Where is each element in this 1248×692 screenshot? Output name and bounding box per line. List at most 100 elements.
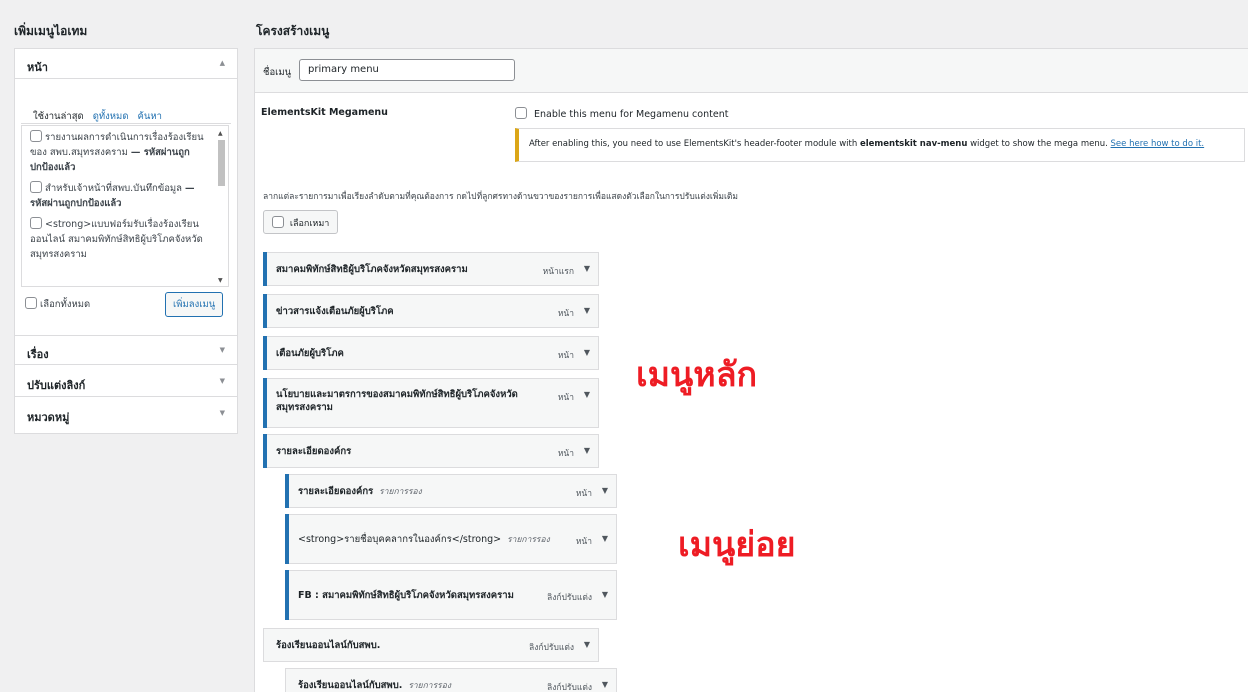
menu-item-depth-bar	[263, 294, 267, 328]
bulk-select-checkbox[interactable]	[272, 216, 284, 228]
menu-item[interactable]: รายละเอียดองค์กร หน้า ▼	[263, 434, 599, 468]
add-menu-items-heading: เพิ่มเมนูไอเทม	[14, 24, 88, 38]
add-to-menu-button[interactable]: เพิ่มลงเมนู	[165, 292, 224, 317]
accordion-custom-links[interactable]: ปรับแต่งลิงก์ ▼	[15, 367, 237, 397]
pages-checklist[interactable]: รายงานผลการดำเนินการเรื่องร้องเรียนของ ส…	[21, 125, 229, 287]
accordion-pages-label: หน้า	[27, 61, 48, 74]
menu-item-title: <strong>รายชื่อบุคคลากรในองค์กร</strong>…	[298, 534, 550, 545]
menu-item[interactable]: นโยบายและมาตรการของสมาคมพิทักษ์สิทธิผู้บ…	[263, 378, 599, 428]
menu-item-depth-bar	[285, 474, 289, 508]
menu-item-toggle-icon[interactable]: ▼	[584, 640, 590, 649]
menu-item-toggle-icon[interactable]: ▼	[602, 680, 608, 689]
menu-item-title: เตือนภัยผู้บริโภค	[276, 348, 344, 359]
menu-item-toggle-icon[interactable]: ▼	[602, 534, 608, 543]
menu-item-title: สมาคมพิทักษ์สิทธิผู้บริโภคจังหวัดสมุทรสง…	[276, 264, 468, 275]
megamenu-enable-control[interactable]: Enable this menu for Megamenu content	[515, 107, 728, 120]
menu-item[interactable]: สมาคมพิทักษ์สิทธิผู้บริโภคจังหวัดสมุทรสง…	[263, 252, 599, 286]
menu-item-title: ร้องเรียนออนไลน์กับสพบ. รายการรอง	[298, 680, 451, 691]
menu-item-toggle-icon[interactable]: ▼	[584, 390, 590, 399]
chevron-down-icon[interactable]: ▼	[220, 377, 225, 385]
submenu-item[interactable]: FB : สมาคมพิทักษ์สิทธิผู้บริโภคจังหวัดสม…	[285, 570, 617, 620]
accordion-categories[interactable]: หมวดหมู่ ▼	[15, 399, 237, 429]
notice-text: After enabling this, you need to use Ele…	[529, 139, 860, 149]
annotation-main-menu: เมนูหลัก	[636, 355, 758, 395]
menu-item-type: ลิงก์ปรับแต่ง	[546, 683, 592, 692]
menu-item-title: ข่าวสารแจ้งเตือนภัยผู้บริโภค	[276, 306, 394, 317]
menu-item-depth-bar	[263, 336, 267, 370]
list-item[interactable]: สำหรับเจ้าหน้าที่สพบ.บันทึกข้อมูล — รหัส…	[22, 177, 228, 213]
menu-item-depth-bar	[285, 514, 289, 564]
annotation-sub-menu: เมนูย่อย	[678, 525, 796, 565]
tab-most-recent[interactable]: ใช้งานล่าสุด	[33, 111, 84, 122]
page-checkbox[interactable]	[30, 181, 42, 193]
notice-help-link[interactable]: See here how to do it.	[1111, 139, 1205, 149]
tab-search[interactable]: ค้นหา	[138, 111, 162, 122]
page-checkbox[interactable]	[30, 130, 42, 142]
tab-divider	[21, 123, 231, 124]
chevron-down-icon[interactable]: ▼	[220, 409, 225, 417]
menu-structure-heading: โครงสร้างเมนู	[256, 24, 330, 38]
menu-item-toggle-icon[interactable]: ▼	[584, 446, 590, 455]
scroll-down-icon[interactable]: ▼	[218, 277, 223, 284]
select-all-checkbox[interactable]	[25, 297, 37, 309]
scroll-thumb[interactable]	[218, 140, 225, 186]
list-item-label: <strong>แบบฟอร์มรับเรื่องร้องเรียนออนไลน…	[30, 219, 203, 260]
scroll-up-icon[interactable]: ▲	[218, 130, 223, 137]
menu-item-depth-bar	[285, 570, 289, 620]
menu-item-depth-bar	[263, 252, 267, 286]
pages-tabs: ใช้งานล่าสุด ดูทั้งหมด ค้นหา	[33, 109, 168, 124]
add-menu-items-panel: หน้า ▲ ใช้งานล่าสุด ดูทั้งหมด ค้นหา รายง…	[14, 48, 238, 434]
menu-item-type: ลิงก์ปรับแต่ง	[546, 593, 592, 603]
submenu-item[interactable]: ร้องเรียนออนไลน์กับสพบ. รายการรอง ลิงก์ปร…	[285, 668, 617, 692]
menu-item-type: หน้า	[575, 489, 592, 499]
menu-item-toggle-icon[interactable]: ▼	[602, 486, 608, 495]
list-item[interactable]: รายงานผลการดำเนินการเรื่องร้องเรียนของ ส…	[22, 126, 228, 177]
accordion-categories-label: หมวดหมู่	[27, 411, 70, 424]
menu-item-depth-bar	[263, 434, 267, 468]
menu-item-title: ร้องเรียนออนไลน์กับสพบ.	[276, 640, 381, 651]
bulk-select-button[interactable]: เลือกเหมา	[263, 210, 339, 234]
notice-text-after: widget to show the mega menu.	[967, 139, 1111, 149]
chevron-down-icon[interactable]: ▼	[220, 346, 225, 354]
menu-item-toggle-icon[interactable]: ▼	[584, 306, 590, 315]
menu-instructions: ลากแต่ละรายการมาเพื่อเรียงลำดับตามที่คุณ…	[263, 192, 739, 202]
menu-item-type: หน้า	[557, 351, 574, 361]
list-item-label: สำหรับเจ้าหน้าที่สพบ.บันทึกข้อมูล	[45, 183, 182, 194]
tab-view-all[interactable]: ดูทั้งหมด	[93, 111, 129, 122]
submenu-item[interactable]: รายละเอียดองค์กร รายการรอง หน้า ▼	[285, 474, 617, 508]
menu-item-toggle-icon[interactable]: ▼	[584, 348, 590, 357]
menu-item-type: หน้าแรก	[542, 267, 574, 277]
accordion-custom-links-label: ปรับแต่งลิงก์	[27, 379, 86, 392]
menu-name-input[interactable]: primary menu	[299, 59, 515, 81]
scrollbar[interactable]: ▲ ▼	[217, 130, 226, 284]
list-item[interactable]: <strong>แบบฟอร์มรับเรื่องร้องเรียนออนไลน…	[22, 213, 228, 264]
chevron-up-icon[interactable]: ▲	[220, 59, 225, 67]
menu-item-type: หน้า	[557, 449, 574, 459]
menu-item-type: ลิงก์ปรับแต่ง	[528, 643, 574, 653]
menu-item-toggle-icon[interactable]: ▼	[602, 590, 608, 599]
megamenu-notice: After enabling this, you need to use Ele…	[515, 128, 1245, 162]
megamenu-checkbox[interactable]	[515, 107, 527, 119]
accordion-posts[interactable]: เรื่อง ▼	[15, 335, 237, 365]
menu-item-type: หน้า	[557, 393, 574, 403]
menu-item[interactable]: ข่าวสารแจ้งเตือนภัยผู้บริโภค หน้า ▼	[263, 294, 599, 328]
accordion-pages[interactable]: หน้า ▲	[15, 49, 237, 79]
menu-item-title: FB : สมาคมพิทักษ์สิทธิผู้บริโภคจังหวัดสม…	[298, 590, 514, 601]
accordion-posts-label: เรื่อง	[27, 348, 49, 361]
menu-item-type: หน้า	[557, 309, 574, 319]
bulk-select-label: เลือกเหมา	[289, 219, 330, 229]
submenu-item[interactable]: <strong>รายชื่อบุคคลากรในองค์กร</strong>…	[285, 514, 617, 564]
notice-bold: elementskit nav-menu	[859, 139, 968, 149]
menu-item-toggle-icon[interactable]: ▼	[584, 264, 590, 273]
select-all-control[interactable]: เลือกทั้งหมด	[25, 297, 90, 312]
select-all-label: เลือกทั้งหมด	[40, 299, 91, 310]
menu-item-depth-bar	[263, 378, 267, 428]
menu-name-label: ชื่อเมนู	[263, 67, 292, 78]
menu-item-title: นโยบายและมาตรการของสมาคมพิทักษ์สิทธิผู้บ…	[276, 389, 518, 413]
megamenu-label: ElementsKit Megamenu	[261, 107, 388, 118]
menu-item[interactable]: ร้องเรียนออนไลน์กับสพบ. ลิงก์ปรับแต่ง ▼	[263, 628, 599, 662]
menu-item[interactable]: เตือนภัยผู้บริโภค หน้า ▼	[263, 336, 599, 370]
page-checkbox[interactable]	[30, 217, 42, 229]
megamenu-checkbox-label: Enable this menu for Megamenu content	[534, 109, 729, 120]
menu-item-title: รายละเอียดองค์กร	[276, 446, 352, 457]
